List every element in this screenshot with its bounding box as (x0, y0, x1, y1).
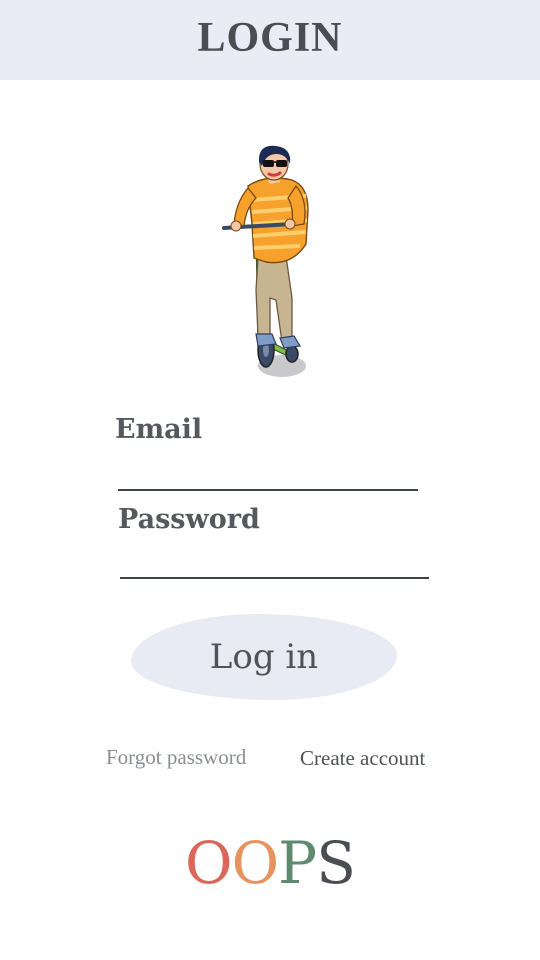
password-field[interactable] (120, 547, 429, 579)
email-field[interactable] (118, 459, 418, 491)
logo-letter-p: P (278, 829, 317, 897)
create-account-link[interactable]: Create account (300, 746, 425, 771)
header-bar: LOGIN (0, 0, 540, 80)
logo-letter-o2: O (231, 829, 280, 897)
scooter-rider-illustration (222, 145, 309, 377)
login-button[interactable]: Log in (131, 614, 397, 700)
logo-letter-o1: O (185, 829, 233, 897)
password-label: Password (118, 504, 260, 535)
forgot-password-link[interactable]: Forgot password (106, 745, 246, 770)
page-title: LOGIN (197, 15, 343, 61)
oops-logo: OOPS (0, 834, 540, 892)
logo-letter-s: S (316, 829, 356, 897)
email-label: Email (115, 414, 203, 445)
